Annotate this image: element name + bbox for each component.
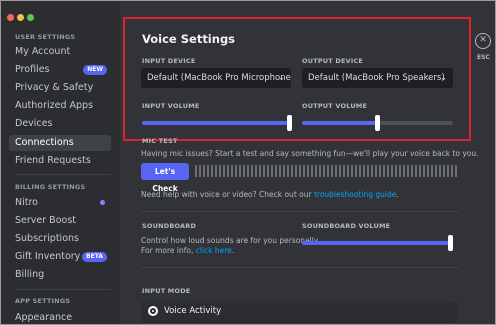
soundboard-volume-slider[interactable]	[302, 235, 454, 251]
sidebar-item-nitro[interactable]: Nitro	[9, 195, 111, 211]
sidebar-item-label: Authorized Apps	[15, 100, 94, 111]
settings-sidebar: USER SETTINGS My Account Profiles NEW Pri…	[1, 1, 120, 324]
sidebar-item-label: Connections	[15, 137, 74, 148]
close-icon[interactable]: ✕	[475, 33, 491, 49]
sidebar-item-appearance[interactable]: Appearance	[9, 310, 111, 324]
window-controls	[7, 6, 37, 25]
sidebar-item-label: Devices	[15, 118, 53, 129]
sidebar-item-label: Gift Inventory	[15, 251, 81, 262]
help-suffix: .	[396, 190, 399, 199]
minimize-window-dot[interactable]	[17, 14, 24, 21]
more-info-suffix: .	[231, 246, 235, 255]
lets-check-button[interactable]: Let's Check	[141, 163, 189, 193]
soundboard-label: SOUNDBOARD	[142, 222, 197, 230]
zoom-window-dot[interactable]	[27, 14, 34, 21]
sidebar-item-gift-inventory[interactable]: Gift Inventory BETA	[9, 249, 111, 265]
sidebar-item-label: Subscriptions	[15, 233, 79, 244]
section-divider	[141, 211, 459, 212]
voice-settings-highlight	[123, 17, 471, 141]
sidebar-item-subscriptions[interactable]: Subscriptions	[9, 231, 111, 247]
help-prefix: Need help with voice or video? Check out…	[141, 190, 314, 199]
sidebar-item-my-account[interactable]: My Account	[9, 44, 111, 60]
billing-settings-header: BILLING SETTINGS	[15, 183, 86, 191]
mic-level-meter	[195, 165, 457, 177]
sidebar-divider	[15, 174, 111, 175]
new-badge: NEW	[83, 65, 107, 75]
beta-badge: BETA	[82, 252, 107, 262]
esc-label: ESC	[477, 54, 490, 61]
sidebar-item-profiles[interactable]: Profiles NEW	[9, 62, 111, 78]
sidebar-item-label: Server Boost	[15, 215, 76, 226]
sidebar-item-label: Profiles	[15, 64, 50, 75]
sidebar-item-label: Appearance	[15, 312, 73, 323]
sidebar-item-billing[interactable]: Billing	[9, 267, 111, 283]
soundboard-volume-label: SOUNDBOARD VOLUME	[302, 222, 391, 230]
sidebar-item-devices[interactable]: Devices	[9, 116, 111, 132]
sidebar-item-label: Friend Requests	[15, 155, 91, 166]
app-settings-header: APP SETTINGS	[15, 297, 71, 305]
slider-fill	[302, 241, 452, 245]
sidebar-item-privacy-safety[interactable]: Privacy & Safety	[9, 80, 111, 96]
sidebar-item-label: Nitro	[15, 197, 38, 208]
soundboard-more-info: For more info, click here.	[141, 246, 234, 255]
soundboard-description: Control how loud sounds are for you pers…	[141, 236, 320, 245]
close-window-dot[interactable]	[7, 14, 14, 21]
sidebar-item-connections[interactable]: Connections	[9, 135, 111, 151]
slider-handle[interactable]	[448, 235, 454, 251]
sidebar-divider	[15, 289, 111, 290]
radio-selected-icon[interactable]	[148, 306, 158, 316]
sidebar-item-label: Privacy & Safety	[15, 82, 94, 93]
sidebar-item-authorized-apps[interactable]: Authorized Apps	[9, 98, 111, 114]
sidebar-item-friend-requests[interactable]: Friend Requests	[9, 153, 111, 169]
click-here-link[interactable]: click here	[196, 246, 232, 255]
sidebar-item-label: Billing	[15, 269, 45, 280]
more-info-prefix: For more info,	[141, 246, 196, 255]
troubleshooting-link[interactable]: troubleshooting guide	[314, 190, 396, 199]
help-text: Need help with voice or video? Check out…	[141, 190, 399, 199]
app-window: USER SETTINGS My Account Profiles NEW Pri…	[0, 0, 496, 325]
mic-test-label: MIC TEST	[142, 137, 178, 145]
voice-activity-option[interactable]: Voice Activity	[141, 301, 457, 323]
input-mode-label: INPUT MODE	[142, 287, 191, 295]
sidebar-item-server-boost[interactable]: Server Boost	[9, 213, 111, 229]
mic-test-description: Having mic issues? Start a test and say …	[141, 149, 479, 158]
voice-activity-label: Voice Activity	[164, 306, 222, 316]
section-divider	[141, 267, 459, 268]
sidebar-item-label: My Account	[15, 46, 71, 57]
user-settings-header: USER SETTINGS	[15, 33, 76, 41]
nitro-icon	[100, 200, 105, 205]
